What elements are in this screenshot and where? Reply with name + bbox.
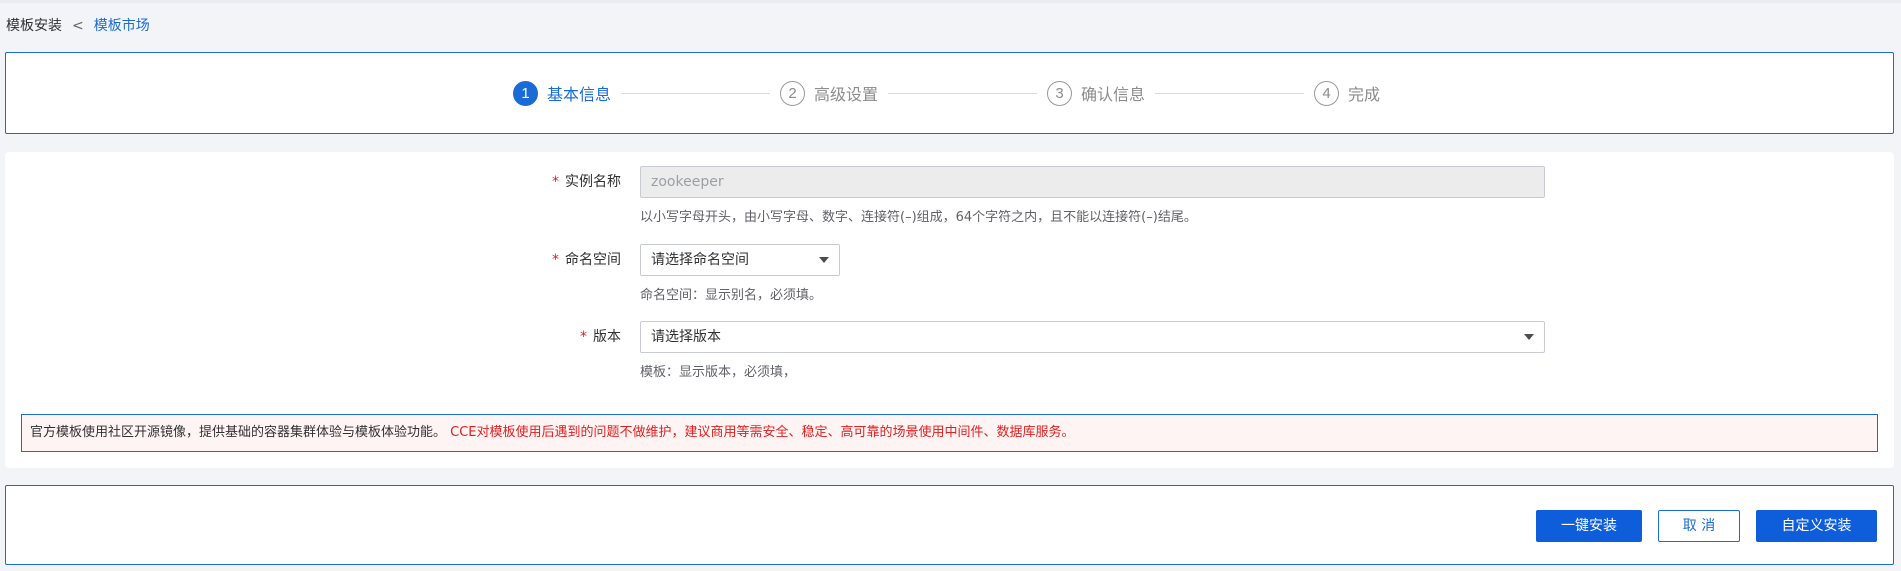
namespace-label: * 命名空间 bbox=[552, 252, 621, 268]
step-basic-info: 1 基本信息 bbox=[513, 80, 612, 106]
version-select[interactable]: 请选择版本 bbox=[640, 321, 1545, 353]
chevron-down-icon bbox=[1524, 334, 1534, 340]
step-connector bbox=[888, 92, 1038, 94]
breadcrumb-current: 模板安装 bbox=[6, 18, 62, 34]
one-click-install-button[interactable]: 一键安装 bbox=[1536, 510, 1642, 542]
required-mark: * bbox=[552, 252, 559, 268]
action-card: 一键安装 取 消 自定义安装 bbox=[5, 485, 1894, 565]
breadcrumb-link-template-market[interactable]: 模板市场 bbox=[94, 16, 150, 36]
required-mark: * bbox=[552, 174, 559, 190]
version-hint: 模板：显示版本，必须填， bbox=[640, 365, 797, 380]
custom-install-button[interactable]: 自定义安装 bbox=[1756, 510, 1877, 542]
step-number: 1 bbox=[513, 80, 538, 106]
step-advanced-settings: 2 高级设置 bbox=[780, 80, 879, 106]
top-bar bbox=[0, 0, 1901, 3]
step-number: 4 bbox=[1314, 80, 1340, 106]
notice-text: 官方模板使用社区开源镜像，提供基础的容器集群体验与模板体验功能。 bbox=[30, 425, 447, 440]
step-connector bbox=[1155, 92, 1305, 94]
breadcrumb-separator: < bbox=[72, 18, 84, 34]
step-label: 基本信息 bbox=[547, 85, 612, 104]
instance-name-input: zookeeper bbox=[640, 166, 1545, 198]
notice-banner: 官方模板使用社区开源镜像，提供基础的容器集群体验与模板体验功能。 CCE对模板使… bbox=[21, 414, 1878, 452]
notice-warning: CCE对模板使用后遇到的问题不做维护，建议商用等需安全、稳定、高可靠的场景使用中… bbox=[450, 425, 1075, 440]
breadcrumb: 模板安装 < 模板市场 bbox=[6, 16, 150, 36]
step-label: 完成 bbox=[1348, 85, 1381, 104]
step-indicator: 1 基本信息 2 高级设置 3 确认信息 4 完成 bbox=[513, 80, 1380, 106]
namespace-hint: 命名空间：显示别名，必须填。 bbox=[640, 288, 823, 303]
version-label: * 版本 bbox=[580, 329, 621, 345]
cancel-button[interactable]: 取 消 bbox=[1658, 510, 1740, 542]
instance-name-label: * 实例名称 bbox=[552, 174, 621, 190]
instance-name-hint: 以小写字母开头，由小写字母、数字、连接符(–)组成，64个字符之内，且不能以连接… bbox=[640, 210, 1197, 225]
required-mark: * bbox=[580, 329, 587, 345]
step-confirm-info: 3 确认信息 bbox=[1047, 80, 1146, 106]
step-label: 确认信息 bbox=[1081, 85, 1146, 104]
namespace-select-value: 请选择命名空间 bbox=[651, 252, 749, 268]
step-connector bbox=[621, 92, 771, 94]
version-select-value: 请选择版本 bbox=[651, 329, 721, 345]
step-label: 高级设置 bbox=[814, 85, 879, 104]
step-complete: 4 完成 bbox=[1314, 80, 1381, 106]
steps-card: 1 基本信息 2 高级设置 3 确认信息 4 完成 bbox=[5, 52, 1894, 134]
namespace-select[interactable]: 请选择命名空间 bbox=[640, 244, 840, 276]
form-card: * 实例名称 zookeeper 以小写字母开头，由小写字母、数字、连接符(–)组… bbox=[5, 152, 1894, 468]
step-number: 2 bbox=[780, 80, 806, 106]
step-number: 3 bbox=[1047, 80, 1073, 106]
chevron-down-icon bbox=[819, 257, 829, 263]
